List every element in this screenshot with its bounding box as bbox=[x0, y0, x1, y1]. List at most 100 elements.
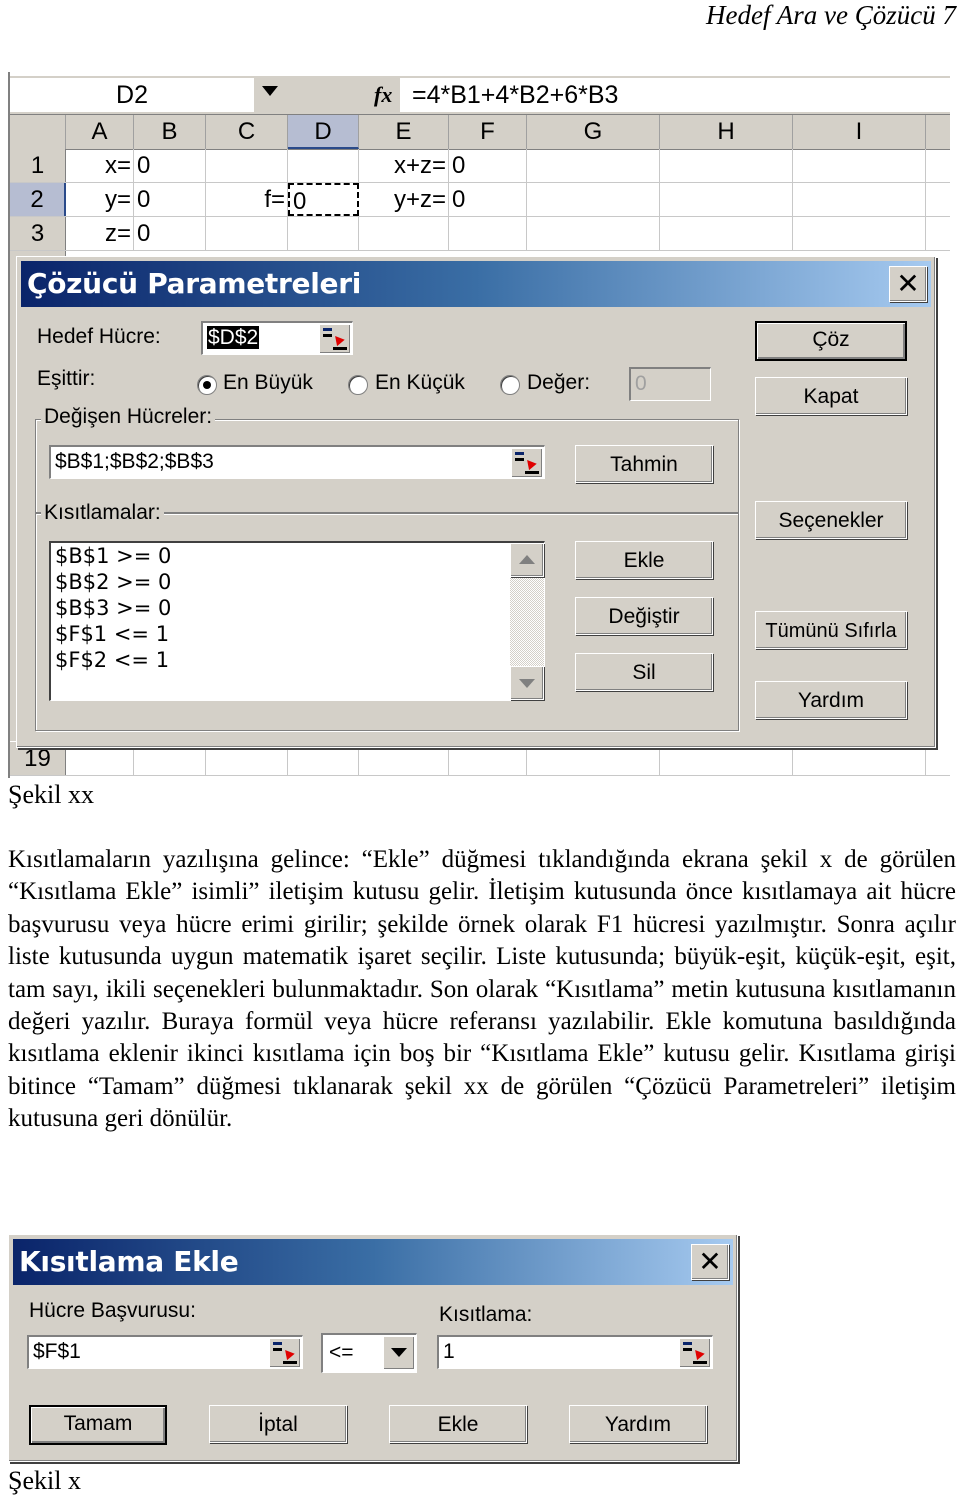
cell-c2[interactable]: f= bbox=[206, 183, 288, 216]
options-button[interactable]: Seçenekler bbox=[755, 501, 907, 539]
cell-f2[interactable]: 0 bbox=[449, 183, 527, 216]
list-item[interactable]: $F$2 <= 1 bbox=[51, 647, 544, 673]
cell-b3[interactable]: 0 bbox=[134, 217, 206, 250]
column-header-c[interactable]: C bbox=[206, 115, 288, 149]
constraints-label: Kısıtlamalar: bbox=[41, 501, 164, 525]
select-all-corner[interactable] bbox=[10, 115, 66, 149]
radio-value-label[interactable]: Değer: bbox=[527, 371, 590, 395]
collapse-dialog-icon[interactable] bbox=[511, 448, 543, 478]
column-header-h[interactable]: H bbox=[660, 115, 793, 149]
cell-reference-label: Hücre Başvurusu: bbox=[29, 1299, 196, 1322]
cell-i3[interactable] bbox=[793, 217, 926, 250]
formula-input[interactable]: =4*B1+4*B2+6*B3 bbox=[400, 78, 950, 112]
radio-min-label[interactable]: En Küçük bbox=[375, 371, 465, 395]
cell-reference-input[interactable]: $F$1 bbox=[27, 1335, 303, 1369]
cell-f1[interactable]: 0 bbox=[449, 149, 527, 182]
column-header-g[interactable]: G bbox=[527, 115, 660, 149]
row-header[interactable]: 1 bbox=[10, 149, 66, 182]
cell-e3[interactable] bbox=[359, 217, 449, 250]
cell-f3[interactable] bbox=[449, 217, 527, 250]
scroll-down-button[interactable] bbox=[510, 666, 544, 700]
delete-constraint-button[interactable]: Sil bbox=[575, 653, 713, 691]
equals-label: Eşittir: bbox=[37, 367, 96, 390]
cell-d3[interactable] bbox=[288, 217, 359, 250]
reset-all-button[interactable]: Tümünü Sıfırla bbox=[755, 611, 907, 649]
close-icon[interactable]: ✕ bbox=[691, 1244, 729, 1280]
changing-cells-input[interactable]: $B$1;$B$2;$B$3 bbox=[49, 445, 545, 479]
change-constraint-button[interactable]: Değiştir bbox=[575, 597, 713, 635]
ok-button[interactable]: Tamam bbox=[29, 1405, 167, 1445]
target-cell-input[interactable]: $D$2 bbox=[201, 321, 353, 355]
add-button[interactable]: Ekle bbox=[389, 1405, 527, 1443]
add-constraint-button[interactable]: Ekle bbox=[575, 541, 713, 579]
value-input[interactable]: 0 bbox=[629, 367, 711, 401]
changing-cells-value: $B$1;$B$2;$B$3 bbox=[55, 450, 214, 473]
cell-c3[interactable] bbox=[206, 217, 288, 250]
scroll-up-button[interactable] bbox=[510, 543, 544, 577]
radio-min[interactable] bbox=[348, 375, 368, 395]
target-cell-label: Hedef Hücre: bbox=[37, 325, 161, 348]
collapse-dialog-icon[interactable] bbox=[319, 324, 351, 354]
fx-icon[interactable]: fx bbox=[374, 78, 392, 112]
changing-cells-label: Değişen Hücreler: bbox=[41, 405, 216, 429]
cell-d2-active[interactable]: 0 bbox=[288, 183, 359, 216]
operator-value: <= bbox=[329, 1341, 354, 1364]
vertical-scrollbar[interactable] bbox=[510, 543, 544, 700]
cell-g2[interactable] bbox=[527, 183, 660, 216]
body-paragraph: Kısıtlamaların yazılışına gelince: “Ekle… bbox=[8, 846, 956, 1133]
cell-b2[interactable]: 0 bbox=[134, 183, 206, 216]
help-button[interactable]: Yardım bbox=[569, 1405, 707, 1443]
constraints-listbox[interactable]: $B$1 >= 0 $B$2 >= 0 $B$3 >= 0 $F$1 <= 1 … bbox=[49, 541, 545, 701]
cell-i1[interactable] bbox=[793, 149, 926, 182]
dropdown-button[interactable] bbox=[383, 1336, 415, 1370]
table-row: 1 x= 0 x+z= 0 bbox=[10, 149, 950, 183]
column-header-b[interactable]: B bbox=[134, 115, 206, 149]
list-item[interactable]: $F$1 <= 1 bbox=[51, 621, 544, 647]
cell-h2[interactable] bbox=[660, 183, 793, 216]
name-box[interactable]: D2 bbox=[10, 78, 254, 112]
cell-reference-value: $F$1 bbox=[33, 1340, 81, 1363]
dialog-titlebar[interactable]: Kısıtlama Ekle ✕ bbox=[13, 1239, 733, 1285]
figure-caption: Şekil x bbox=[8, 1466, 81, 1495]
row-header[interactable]: 3 bbox=[10, 217, 66, 250]
cell-g1[interactable] bbox=[527, 149, 660, 182]
column-header-f[interactable]: F bbox=[449, 115, 527, 149]
cell-g3[interactable] bbox=[527, 217, 660, 250]
list-item[interactable]: $B$2 >= 0 bbox=[51, 569, 544, 595]
cell-b1[interactable]: 0 bbox=[134, 149, 206, 182]
operator-select[interactable]: <= bbox=[321, 1333, 417, 1373]
collapse-dialog-icon[interactable] bbox=[679, 1338, 711, 1368]
cell-e1[interactable]: x+z= bbox=[359, 149, 449, 182]
cell-c1[interactable] bbox=[206, 149, 288, 182]
cell-d1[interactable] bbox=[288, 149, 359, 182]
help-button[interactable]: Yardım bbox=[755, 681, 907, 719]
close-button[interactable]: Kapat bbox=[755, 377, 907, 415]
collapse-dialog-icon[interactable] bbox=[269, 1338, 301, 1368]
column-header-d[interactable]: D bbox=[288, 115, 359, 149]
close-icon[interactable]: ✕ bbox=[889, 266, 927, 302]
solve-button[interactable]: Çöz bbox=[755, 321, 907, 361]
radio-value[interactable] bbox=[500, 375, 520, 395]
cell-i2[interactable] bbox=[793, 183, 926, 216]
name-box-dropdown-icon[interactable] bbox=[262, 86, 278, 96]
column-header-a[interactable]: A bbox=[66, 115, 134, 149]
list-item[interactable]: $B$3 >= 0 bbox=[51, 595, 544, 621]
radio-max-label[interactable]: En Büyük bbox=[223, 371, 313, 395]
figure-caption: Şekil xx bbox=[8, 780, 94, 809]
column-header-e[interactable]: E bbox=[359, 115, 449, 149]
cell-a1[interactable]: x= bbox=[66, 149, 134, 182]
cancel-button[interactable]: İptal bbox=[209, 1405, 347, 1443]
cell-e2[interactable]: y+z= bbox=[359, 183, 449, 216]
dialog-titlebar[interactable]: Çözücü Parametreleri ✕ bbox=[21, 261, 931, 307]
cell-h3[interactable] bbox=[660, 217, 793, 250]
list-item[interactable]: $B$1 >= 0 bbox=[51, 543, 544, 569]
cell-h1[interactable] bbox=[660, 149, 793, 182]
guess-button[interactable]: Tahmin bbox=[575, 445, 713, 483]
radio-max[interactable] bbox=[197, 375, 217, 395]
cell-a3[interactable]: z= bbox=[66, 217, 134, 250]
constraint-input[interactable]: 1 bbox=[437, 1335, 713, 1369]
cell-a2[interactable]: y= bbox=[66, 183, 134, 216]
table-row: 3 z= 0 bbox=[10, 217, 950, 251]
row-header[interactable]: 2 bbox=[10, 183, 66, 216]
column-header-i[interactable]: I bbox=[793, 115, 926, 149]
